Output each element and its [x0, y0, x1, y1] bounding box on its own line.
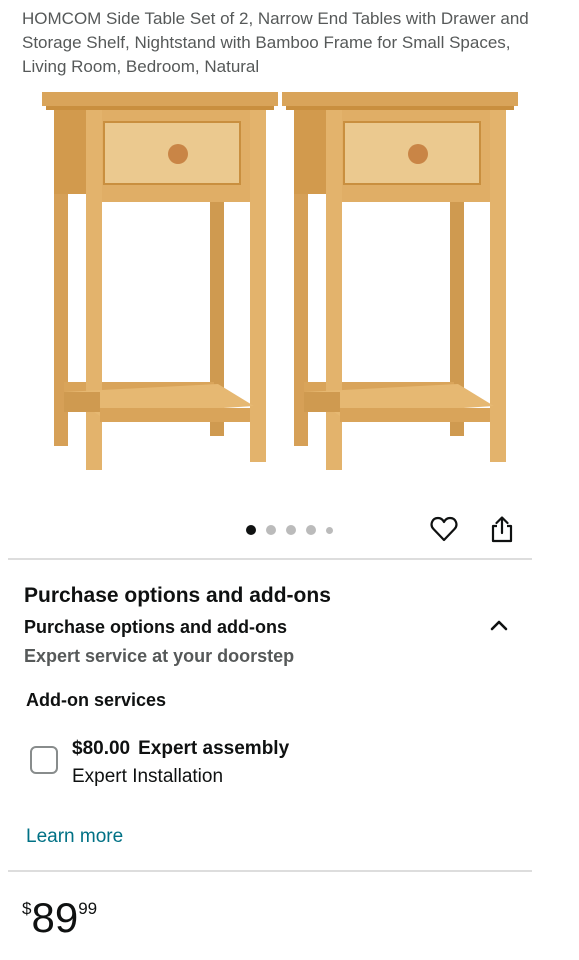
addon-services-heading: Add-on services — [26, 690, 167, 710]
product-title: HOMCOM Side Table Set of 2, Narrow End T… — [22, 9, 529, 76]
product-image[interactable] — [0, 84, 579, 494]
product-price: $89 99 — [22, 896, 97, 940]
price-currency-symbol: $ — [22, 899, 32, 918]
section-divider — [8, 870, 532, 872]
share-button[interactable] — [485, 512, 519, 546]
purchase-options-subtitle: Purchase options and add-ons — [24, 617, 288, 637]
carousel-dot-1[interactable] — [246, 525, 256, 535]
section-divider — [8, 558, 532, 560]
service-description: Expert Installation — [72, 766, 224, 787]
learn-more-link[interactable]: Learn more — [26, 826, 123, 848]
expert-assembly-option[interactable]: $80.00 Expert assembly — [72, 738, 297, 760]
share-icon — [491, 516, 513, 543]
purchase-options-title: Purchase options and add-ons — [24, 584, 331, 607]
heart-icon — [430, 516, 458, 542]
service-name: Expert assembly — [138, 738, 290, 759]
carousel-dot-5[interactable] — [326, 526, 333, 534]
expert-assembly-checkbox[interactable] — [30, 746, 58, 774]
service-price: $80.00 — [72, 738, 131, 759]
price-whole: 89 — [31, 894, 79, 941]
purchase-options-tagline: Expert service at your doorstep — [24, 646, 295, 666]
collapse-button[interactable] — [486, 612, 512, 638]
side-tables-image — [41, 91, 519, 471]
carousel-dot-2[interactable] — [266, 525, 276, 535]
carousel-dot-4[interactable] — [306, 525, 316, 535]
purchase-options-header[interactable]: Purchase options and add-ons Purchase op… — [24, 582, 524, 670]
chevron-up-icon — [490, 620, 508, 631]
carousel-dot-3[interactable] — [286, 525, 296, 535]
image-actions — [427, 512, 519, 546]
price-fraction: 99 — [78, 899, 98, 918]
favorite-button[interactable] — [427, 512, 461, 546]
